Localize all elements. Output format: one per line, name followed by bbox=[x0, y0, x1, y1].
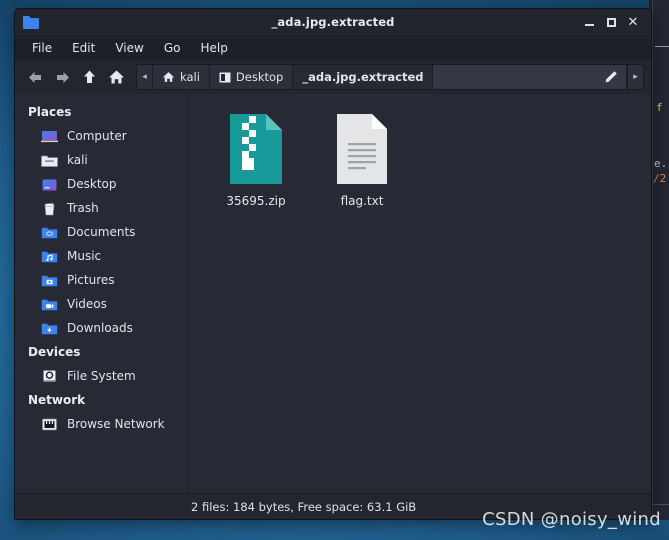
sidebar-item-kali[interactable]: kali bbox=[15, 148, 188, 172]
sidebar-label-desktop: Desktop bbox=[67, 177, 117, 191]
arrow-up-icon bbox=[83, 70, 95, 83]
background-terminal-window[interactable]: f e. /2 bbox=[652, 0, 669, 520]
breadcrumb-label-current: _ada.jpg.extracted bbox=[302, 70, 424, 84]
menu-go[interactable]: Go bbox=[155, 38, 190, 58]
window-controls: ✕ bbox=[579, 12, 651, 32]
computer-icon bbox=[41, 129, 58, 144]
text-file-icon bbox=[332, 112, 392, 186]
sidebar-item-pictures[interactable]: Pictures bbox=[15, 268, 188, 292]
background-text-fragment-2: e. bbox=[654, 157, 668, 170]
path-entry-field[interactable] bbox=[433, 65, 627, 89]
desktop-icon bbox=[41, 177, 58, 192]
network-icon bbox=[41, 417, 58, 432]
pictures-folder-icon bbox=[41, 273, 58, 288]
toolbar: ◂ kali Desktop _ada.jpg.extracted ▸ bbox=[15, 60, 651, 94]
sidebar-group-network: Network bbox=[28, 393, 86, 407]
archive-file-icon bbox=[226, 112, 286, 186]
sidebar-item-videos[interactable]: Videos bbox=[15, 292, 188, 316]
sidebar-item-music[interactable]: Music bbox=[15, 244, 188, 268]
file-item-text[interactable]: flag.txt bbox=[309, 108, 415, 208]
background-window-divider bbox=[655, 46, 669, 47]
sidebar-item-desktop[interactable]: Desktop bbox=[15, 172, 188, 196]
minimize-icon bbox=[584, 24, 594, 26]
desktop: f e. /2 _ada.jpg.extracted ✕ File Edit V… bbox=[0, 0, 669, 540]
statusbar-text: 2 files: 184 bytes, Free space: 63.1 GiB bbox=[191, 499, 417, 514]
videos-folder-icon bbox=[41, 297, 58, 312]
back-button[interactable] bbox=[22, 64, 48, 90]
home-folder-icon bbox=[41, 153, 58, 168]
breadcrumb-item-current[interactable]: _ada.jpg.extracted bbox=[293, 65, 434, 89]
breadcrumb-scroll-left-button[interactable]: ◂ bbox=[137, 65, 153, 89]
sidebar-label-browse-network: Browse Network bbox=[67, 417, 165, 431]
file-label-text: flag.txt bbox=[340, 194, 384, 208]
documents-folder-icon bbox=[41, 225, 58, 240]
background-text-fragment-3: /2 bbox=[653, 172, 667, 185]
drive-icon bbox=[41, 369, 58, 384]
sidebar-group-places: Places bbox=[28, 105, 72, 119]
maximize-icon bbox=[606, 17, 616, 27]
menu-file[interactable]: File bbox=[23, 38, 61, 58]
file-item-archive[interactable]: 35695.zip bbox=[203, 108, 309, 208]
breadcrumb-item-kali[interactable]: kali bbox=[153, 65, 210, 89]
sidebar-label-downloads: Downloads bbox=[67, 321, 133, 335]
background-window-bottom-divider bbox=[653, 504, 669, 505]
file-manager-window: _ada.jpg.extracted ✕ File Edit View Go H… bbox=[14, 8, 652, 520]
sidebar-item-browse-network[interactable]: Browse Network bbox=[15, 412, 188, 436]
sidebar-item-downloads[interactable]: Downloads bbox=[15, 316, 188, 340]
breadcrumb-label-kali: kali bbox=[180, 70, 200, 84]
sidebar-item-computer[interactable]: Computer bbox=[15, 124, 188, 148]
menu-view[interactable]: View bbox=[106, 38, 152, 58]
sidebar-label-computer: Computer bbox=[67, 129, 127, 143]
minimize-button[interactable] bbox=[579, 12, 599, 32]
titlebar[interactable]: _ada.jpg.extracted ✕ bbox=[15, 9, 651, 35]
downloads-folder-icon bbox=[41, 321, 58, 336]
background-text-fragment-1: f bbox=[656, 101, 663, 114]
breadcrumb-item-desktop[interactable]: Desktop bbox=[209, 65, 294, 89]
sidebar-label-documents: Documents bbox=[67, 225, 136, 239]
sidebar-label-file-system: File System bbox=[67, 369, 136, 383]
window-title: _ada.jpg.extracted bbox=[271, 15, 395, 29]
sidebar-label-pictures: Pictures bbox=[67, 273, 115, 287]
sidebar-label-videos: Videos bbox=[67, 297, 107, 311]
statusbar: 2 files: 184 bytes, Free space: 63.1 GiB bbox=[15, 493, 651, 519]
arrow-left-icon bbox=[28, 71, 41, 83]
breadcrumb-label-desktop: Desktop bbox=[235, 70, 284, 84]
close-icon: ✕ bbox=[627, 14, 639, 30]
pencil-icon bbox=[605, 71, 617, 83]
sidebar-item-trash[interactable]: Trash bbox=[15, 196, 188, 220]
breadcrumb: ◂ kali Desktop _ada.jpg.extracted ▸ bbox=[136, 64, 644, 90]
menu-edit[interactable]: Edit bbox=[63, 38, 104, 58]
sidebar: Places Computer kali Desktop Trash Docum… bbox=[15, 94, 189, 493]
sidebar-group-devices: Devices bbox=[28, 345, 81, 359]
sidebar-label-kali: kali bbox=[67, 153, 88, 167]
home-icon bbox=[162, 71, 175, 83]
home-button[interactable] bbox=[103, 64, 129, 90]
desktop-folder-icon bbox=[219, 72, 231, 83]
maximize-button[interactable] bbox=[601, 12, 621, 32]
sidebar-item-file-system[interactable]: File System bbox=[15, 364, 188, 388]
sidebar-item-documents[interactable]: Documents bbox=[15, 220, 188, 244]
close-button[interactable]: ✕ bbox=[623, 12, 643, 32]
trash-icon bbox=[41, 201, 58, 216]
music-folder-icon bbox=[41, 249, 58, 264]
forward-button[interactable] bbox=[49, 64, 75, 90]
home-icon bbox=[108, 70, 124, 84]
breadcrumb-scroll-right-button[interactable]: ▸ bbox=[627, 65, 643, 89]
up-button[interactable] bbox=[76, 64, 102, 90]
menubar: File Edit View Go Help bbox=[15, 35, 651, 60]
file-list-view[interactable]: 35695.zip flag.txt bbox=[189, 94, 651, 493]
folder-icon bbox=[23, 15, 39, 29]
menu-help[interactable]: Help bbox=[191, 38, 236, 58]
file-label-archive: 35695.zip bbox=[226, 194, 286, 208]
arrow-right-icon bbox=[56, 71, 69, 83]
window-body: Places Computer kali Desktop Trash Docum… bbox=[15, 94, 651, 493]
sidebar-label-trash: Trash bbox=[67, 201, 99, 215]
sidebar-label-music: Music bbox=[67, 249, 102, 263]
